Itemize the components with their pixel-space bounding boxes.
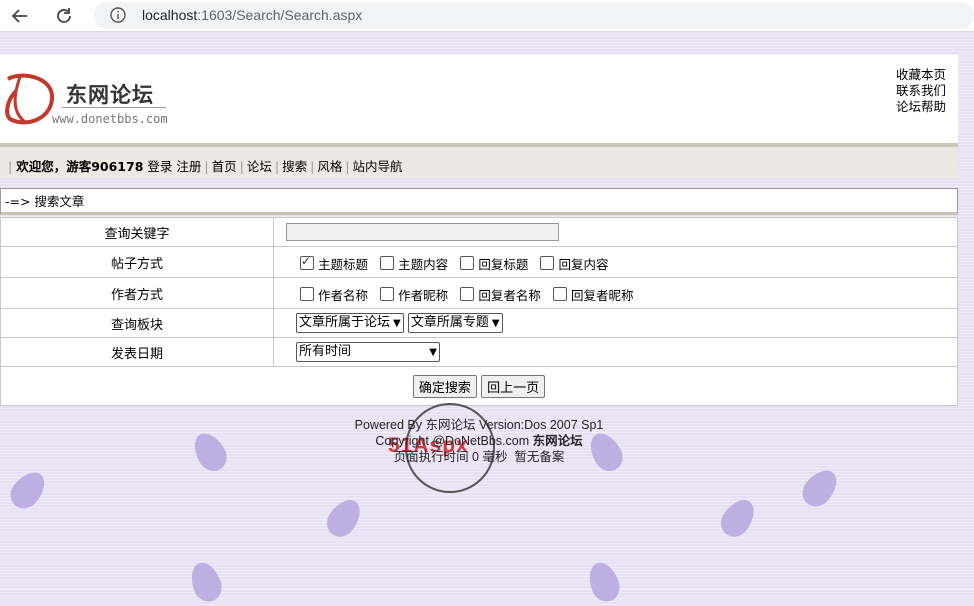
keyword-row: 查询关键字 bbox=[0, 217, 958, 247]
nav-sitemap[interactable]: 站内导航 bbox=[353, 159, 403, 174]
button-row: 确定搜索 回上一页 bbox=[0, 366, 958, 406]
board-label: 查询板块 bbox=[0, 308, 274, 338]
checkbox-reply-content[interactable] bbox=[540, 255, 555, 270]
keyword-label: 查询关键字 bbox=[0, 217, 274, 247]
nav-pipe: | bbox=[8, 159, 13, 174]
powered-by: Powered By 东网论坛 Version:Dos 2007 Sp1 bbox=[354, 418, 604, 432]
browser-toolbar: localhost:1603/Search/Search.aspx bbox=[0, 0, 974, 32]
reload-icon[interactable] bbox=[52, 4, 76, 28]
board-row: 查询板块 文章所属于论坛 ▼ 文章所属专题 ▼ bbox=[0, 308, 958, 338]
date-select-value: 所有时间 bbox=[299, 344, 352, 359]
checkbox-author-name[interactable] bbox=[300, 286, 314, 301]
checkbox-author-nick[interactable] bbox=[380, 286, 395, 301]
logo-title: 东网论坛 bbox=[66, 83, 154, 107]
nav-style[interactable]: 风格 bbox=[317, 159, 342, 174]
option-topic-title: 主题标题 bbox=[318, 256, 369, 272]
option-author-name: 作者名称 bbox=[318, 287, 369, 303]
option-replier-name: 回复者名称 bbox=[478, 287, 541, 303]
site-info-icon[interactable] bbox=[110, 7, 126, 27]
copyright-text: Copyright @DoNetBbs.com bbox=[375, 434, 530, 448]
chevron-down-icon: ▼ bbox=[491, 318, 500, 329]
author-mode-row: 作者方式 作者名称 作者昵称 回复者名称 回复者昵称 bbox=[0, 277, 958, 309]
breadcrumb: -=> 搜索文章 bbox=[0, 188, 958, 215]
submit-search-button[interactable]: 确定搜索 bbox=[412, 374, 477, 398]
leaf-decoration bbox=[584, 558, 624, 606]
footer: Powered By 东网论坛 Version:Dos 2007 Sp1 Cop… bbox=[0, 417, 958, 465]
forum-header: 东网论坛 www.donetbbs.com 收藏本页 联系我们 论坛帮助 bbox=[0, 55, 958, 145]
logo-divider bbox=[62, 107, 166, 108]
checkbox-topic-title[interactable] bbox=[300, 254, 314, 270]
copyright-brand[interactable]: 东网论坛 bbox=[533, 434, 583, 448]
nav-search[interactable]: 搜索 bbox=[282, 159, 307, 174]
nav-bar: | 欢迎您，游客906178 登录 注册 | 首页 | 论坛 | 搜索 | 风格 | 站内导航 bbox=[0, 143, 958, 177]
nav-forum[interactable]: 论坛 bbox=[247, 159, 272, 174]
chevron-down-icon: ▼ bbox=[429, 347, 437, 358]
back-arrow-icon[interactable] bbox=[8, 4, 32, 28]
forum-select-value: 文章所属于论坛 bbox=[299, 315, 391, 330]
topic-select-value: 文章所属专题 bbox=[410, 315, 489, 330]
checkbox-reply-title[interactable] bbox=[460, 255, 475, 270]
option-reply-content: 回复内容 bbox=[558, 256, 609, 272]
checkbox-topic-content[interactable] bbox=[380, 255, 395, 270]
forum-logo-icon[interactable] bbox=[2, 69, 58, 133]
option-reply-title: 回复标题 bbox=[478, 256, 529, 272]
contact-link[interactable]: 联系我们 bbox=[896, 83, 946, 99]
leaf-decoration bbox=[186, 558, 226, 606]
date-select[interactable]: 所有时间 ▼ bbox=[296, 342, 440, 362]
keyword-input[interactable] bbox=[286, 223, 559, 241]
address-bar[interactable]: localhost:1603/Search/Search.aspx bbox=[94, 2, 974, 29]
nav-register[interactable]: 注册 bbox=[176, 159, 201, 174]
forum-select[interactable]: 文章所属于论坛 ▼ bbox=[296, 313, 404, 333]
exec-line: 页面执行时间 0 毫秒 暂无备案 bbox=[0, 449, 958, 465]
breadcrumb-text: -=> 搜索文章 bbox=[5, 194, 85, 209]
post-mode-label: 帖子方式 bbox=[0, 246, 274, 278]
icp-text[interactable]: 暂无备案 bbox=[514, 450, 564, 464]
logo-url: www.donetbbs.com bbox=[52, 112, 168, 126]
copyright-line: Copyright @DoNetBbs.com 东网论坛 bbox=[0, 433, 958, 449]
url-path: :1603/Search/Search.aspx bbox=[197, 7, 363, 23]
leaf-decoration bbox=[796, 463, 844, 513]
search-form: 查询关键字 帖子方式 主题标题 主题内容 回复标题 回复内容 作者方式 作者名称… bbox=[0, 217, 958, 406]
post-mode-row: 帖子方式 主题标题 主题内容 回复标题 回复内容 bbox=[0, 246, 958, 278]
welcome-text: 欢迎您，游客906178 bbox=[16, 159, 144, 174]
checkbox-replier-name[interactable] bbox=[460, 286, 475, 301]
exec-time: 页面执行时间 0 毫秒 bbox=[393, 450, 508, 464]
topic-select[interactable]: 文章所属专题 ▼ bbox=[407, 313, 503, 333]
back-button[interactable]: 回上一页 bbox=[481, 374, 546, 398]
leaf-decoration bbox=[321, 493, 367, 543]
nav-home[interactable]: 首页 bbox=[212, 159, 237, 174]
nav-login[interactable]: 登录 bbox=[147, 159, 172, 174]
checkbox-replier-nick[interactable] bbox=[552, 286, 567, 301]
date-label: 发表日期 bbox=[0, 337, 274, 367]
header-links: 收藏本页 联系我们 论坛帮助 bbox=[896, 67, 946, 115]
bookmark-link[interactable]: 收藏本页 bbox=[896, 67, 946, 83]
url-host: localhost bbox=[142, 7, 198, 23]
option-replier-nick: 回复者昵称 bbox=[570, 287, 634, 303]
leaf-decoration bbox=[715, 493, 761, 543]
url-text: localhost:1603/Search/Search.aspx bbox=[142, 7, 362, 23]
date-row: 发表日期 所有时间 ▼ bbox=[0, 337, 958, 367]
leaf-decoration bbox=[4, 465, 52, 515]
author-mode-label: 作者方式 bbox=[0, 277, 274, 309]
help-link[interactable]: 论坛帮助 bbox=[896, 99, 946, 115]
chevron-down-icon: ▼ bbox=[393, 318, 401, 329]
option-author-nick: 作者昵称 bbox=[398, 287, 449, 303]
option-topic-content: 主题内容 bbox=[398, 256, 449, 272]
